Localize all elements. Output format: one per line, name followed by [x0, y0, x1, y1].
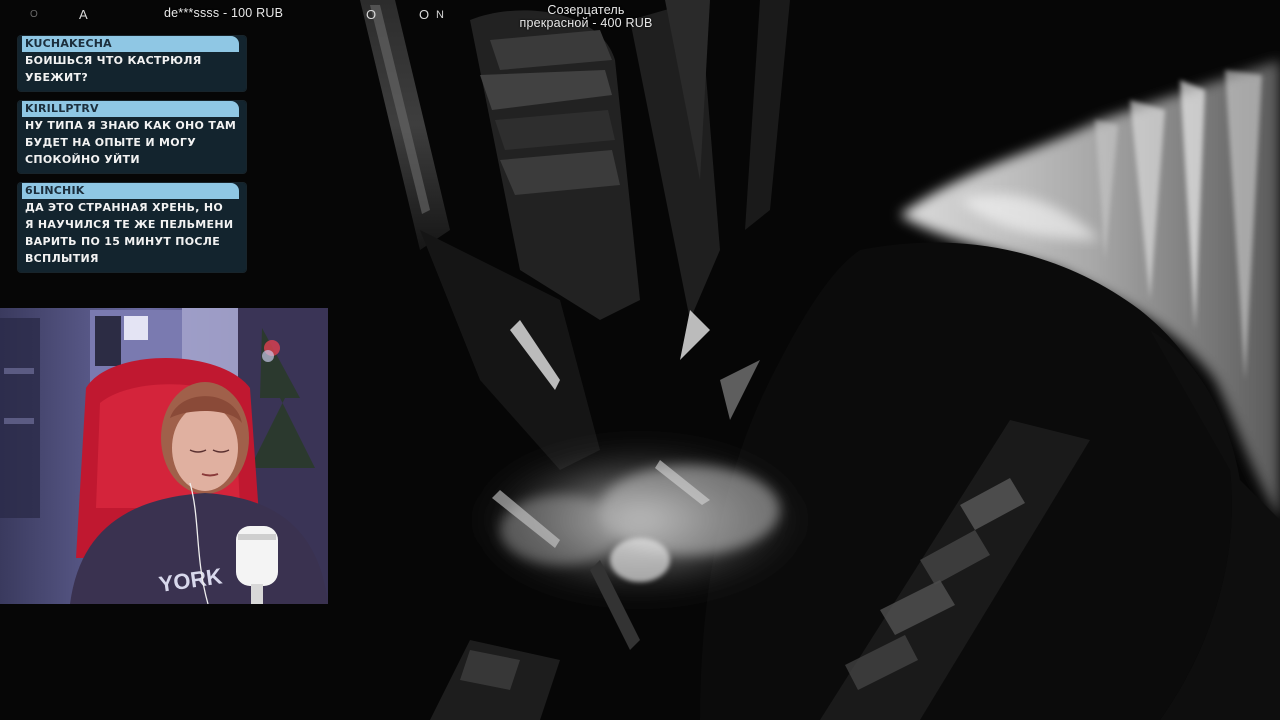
- chat-text-line: БОИШЬСЯ ЧТО КАСТРЮЛЯ: [25, 54, 202, 67]
- donation-donor-amount: прекрасной - 400 RUB: [519, 16, 653, 30]
- chat-message: 6LINCHIK ДА ЭТО СТРАННАЯ ХРЕНЬ, НО Я НАУ…: [18, 183, 246, 272]
- ticker-letter: O: [366, 7, 377, 22]
- webcam-feed: YORK: [0, 308, 328, 604]
- chat-panel: KUCHAKECHA БОИШЬСЯ ЧТО КАСТРЮЛЯ УБЕЖИТ? …: [18, 36, 246, 282]
- ticker-letter: O: [419, 7, 430, 22]
- glow-splash: [470, 440, 810, 600]
- ticker-letter: O: [30, 9, 38, 20]
- chat-text-line: ВСПЛЫТИЯ: [25, 252, 99, 265]
- webcam-overlay: YORK: [0, 308, 328, 604]
- chat-message: KIRILLPTRV НУ ТИПА Я ЗНАЮ КАК ОНО ТАМ БУ…: [18, 101, 246, 173]
- chat-username: KUCHAKECHA: [22, 36, 239, 52]
- chat-username: 6LINCHIK: [22, 183, 239, 199]
- chat-text-line: ВАРИТЬ ПО 15 МИНУТ ПОСЛЕ: [25, 235, 221, 248]
- donation-ticker-center: Созерцатель прекрасной - 400 RUB: [500, 4, 672, 30]
- stream-frame: O A de***ssss - 100 RUB O O N Созерцател…: [0, 0, 1280, 720]
- donation-ticker-left: de***ssss - 100 RUB: [164, 6, 284, 20]
- chat-username: KIRILLPTRV: [22, 101, 239, 117]
- ticker-letter: N: [436, 9, 444, 21]
- chat-text-line: БУДЕТ НА ОПЫТЕ И МОГУ: [25, 136, 196, 149]
- chat-text-line: УБЕЖИТ?: [25, 71, 89, 84]
- chat-text-line: СПОКОЙНО УЙТИ: [25, 153, 140, 166]
- chat-message: KUCHAKECHA БОИШЬСЯ ЧТО КАСТРЮЛЯ УБЕЖИТ?: [18, 36, 246, 91]
- chat-text-line: Я НАУЧИЛСЯ ТЕ ЖЕ ПЕЛЬМЕНИ: [25, 218, 234, 231]
- ticker-letter: A: [79, 7, 88, 22]
- streamer-face: [172, 405, 238, 491]
- chat-text-line: ДА ЭТО СТРАННАЯ ХРЕНЬ, НО: [25, 201, 223, 214]
- chat-text-line: НУ ТИПА Я ЗНАЮ КАК ОНО ТАМ: [25, 119, 237, 132]
